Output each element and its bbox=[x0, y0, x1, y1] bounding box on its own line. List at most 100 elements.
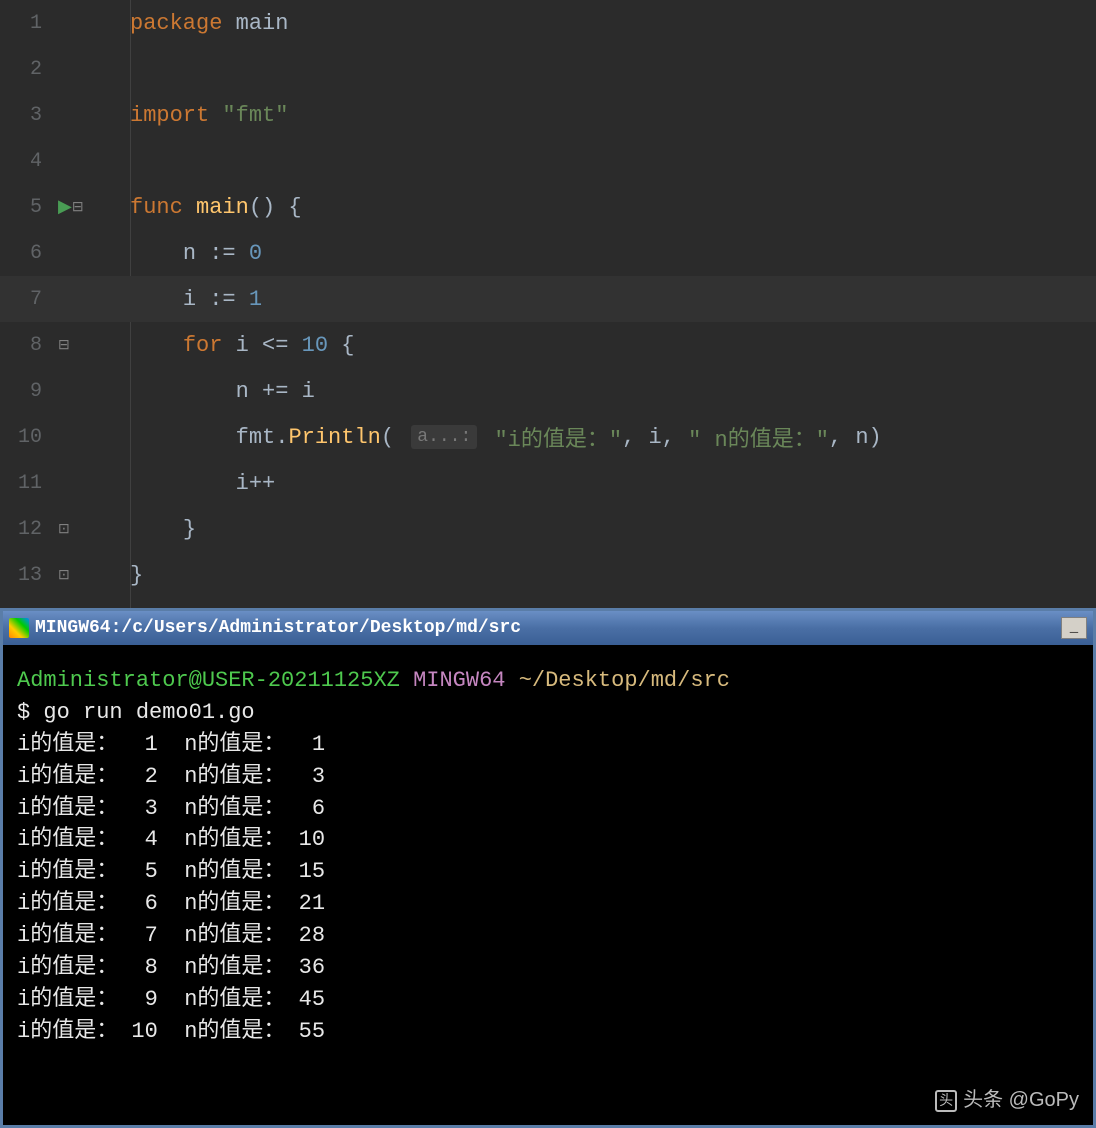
fold-open-icon[interactable]: ⊟ bbox=[58, 337, 74, 354]
code-content[interactable]: fmt.Println( a...: "i的值是：", i, " n的值是：",… bbox=[110, 421, 882, 453]
code-content[interactable]: } bbox=[110, 563, 143, 588]
code-line[interactable]: 10 fmt.Println( a...: "i的值是：", i, " n的值是… bbox=[0, 414, 1096, 460]
token-num: 0 bbox=[249, 241, 262, 266]
token-num: 10 bbox=[302, 333, 328, 358]
code-content[interactable]: import "fmt" bbox=[110, 103, 288, 128]
toutiao-icon: 头 bbox=[935, 1090, 957, 1112]
command-line: $ go run demo01.go bbox=[17, 697, 1079, 729]
token-punct: ++ bbox=[249, 471, 275, 496]
token-ident: i bbox=[183, 287, 209, 312]
token-str: " n的值是：" bbox=[688, 421, 829, 453]
run-icon[interactable]: ▶ bbox=[58, 196, 72, 218]
fold-close-icon[interactable]: ⊡ bbox=[58, 521, 74, 538]
code-line[interactable]: 7 i := 1 bbox=[0, 276, 1096, 322]
output-line: i的值是： 9 n的值是： 45 bbox=[17, 984, 1079, 1016]
output-line: i的值是： 1 n的值是： 1 bbox=[17, 729, 1079, 761]
output-line: i的值是： 6 n的值是： 21 bbox=[17, 888, 1079, 920]
code-line[interactable]: 12 ⊡ } bbox=[0, 506, 1096, 552]
code-line[interactable]: 8 ⊟ for i <= 10 { bbox=[0, 322, 1096, 368]
line-number: 3 bbox=[0, 104, 50, 127]
token-punct: } bbox=[130, 563, 143, 588]
code-line[interactable]: 11 i++ bbox=[0, 460, 1096, 506]
token-str: "i的值是：" bbox=[494, 421, 622, 453]
window-title: MINGW64:/c/Users/Administrator/Desktop/m… bbox=[35, 618, 1059, 638]
token-ident bbox=[183, 195, 196, 220]
token-kw: package bbox=[130, 11, 222, 36]
output-line: i的值是： 5 n的值是： 15 bbox=[17, 856, 1079, 888]
line-number: 12 bbox=[0, 518, 50, 541]
gutter: ▶⊟ bbox=[50, 196, 110, 218]
token-ident: i bbox=[236, 471, 249, 496]
code-line[interactable]: 1 package main bbox=[0, 0, 1096, 46]
code-line[interactable]: 4 bbox=[0, 138, 1096, 184]
token-ident: main bbox=[222, 11, 288, 36]
token-str: "fmt" bbox=[222, 103, 288, 128]
code-line[interactable]: 3 import "fmt" bbox=[0, 92, 1096, 138]
token-punct: <= bbox=[262, 333, 302, 358]
terminal-body[interactable]: Administrator@USER-20211125XZ MINGW64 ~/… bbox=[3, 645, 1093, 1125]
mingw-icon bbox=[9, 618, 29, 638]
fold-open-icon[interactable]: ⊟ bbox=[72, 199, 88, 216]
token-punct: , bbox=[662, 425, 688, 450]
token-fn: main bbox=[196, 195, 249, 220]
code-line[interactable]: 9 n += i bbox=[0, 368, 1096, 414]
output-line: i的值是： 2 n的值是： 3 bbox=[17, 761, 1079, 793]
line-number: 4 bbox=[0, 150, 50, 173]
gutter: ⊟ bbox=[50, 337, 110, 354]
line-number: 13 bbox=[0, 564, 50, 587]
line-number: 2 bbox=[0, 58, 50, 81]
line-number: 1 bbox=[0, 12, 50, 35]
output-line: i的值是： 10 n的值是： 55 bbox=[17, 1016, 1079, 1048]
token-ident: fmt bbox=[236, 425, 276, 450]
line-number: 5 bbox=[0, 196, 50, 219]
output-line: i的值是： 4 n的值是： 10 bbox=[17, 824, 1079, 856]
code-content[interactable]: i := 1 bbox=[110, 287, 262, 312]
line-number: 9 bbox=[0, 380, 50, 403]
token-ident: n bbox=[236, 379, 262, 404]
line-number: 8 bbox=[0, 334, 50, 357]
token-punct: ) bbox=[869, 425, 882, 450]
token-ident: i bbox=[302, 379, 315, 404]
token-kw: for bbox=[183, 333, 223, 358]
token-punct: := bbox=[209, 287, 249, 312]
token-fn: Println bbox=[288, 425, 380, 450]
titlebar[interactable]: MINGW64:/c/Users/Administrator/Desktop/m… bbox=[3, 611, 1093, 645]
code-line[interactable]: 13 ⊡} bbox=[0, 552, 1096, 598]
token-punct: () { bbox=[249, 195, 302, 220]
code-editor[interactable]: 1package main23import "fmt"45▶⊟func main… bbox=[0, 0, 1096, 608]
token-ident: n bbox=[855, 425, 868, 450]
code-line[interactable]: 5▶⊟func main() { bbox=[0, 184, 1096, 230]
line-number: 6 bbox=[0, 242, 50, 265]
minimize-button[interactable]: _ bbox=[1061, 617, 1087, 639]
token-kw: func bbox=[130, 195, 183, 220]
token-kw: import bbox=[130, 103, 209, 128]
watermark: 头 头条 @GoPy bbox=[935, 1086, 1079, 1115]
code-content[interactable]: for i <= 10 { bbox=[110, 333, 354, 358]
fold-close-icon[interactable]: ⊡ bbox=[58, 567, 74, 584]
terminal-window: MINGW64:/c/Users/Administrator/Desktop/m… bbox=[0, 608, 1096, 1128]
code-content[interactable]: func main() { bbox=[110, 195, 302, 220]
prompt-path: ~/Desktop/md/src bbox=[519, 668, 730, 693]
token-punct: } bbox=[183, 517, 196, 542]
token-punct: { bbox=[328, 333, 354, 358]
code-content[interactable]: package main bbox=[110, 11, 288, 36]
token-ident bbox=[209, 103, 222, 128]
code-content[interactable]: n += i bbox=[110, 379, 315, 404]
code-line[interactable]: 6 n := 0 bbox=[0, 230, 1096, 276]
token-punct: , bbox=[622, 425, 648, 450]
token-punct: . bbox=[275, 425, 288, 450]
output-line: i的值是： 8 n的值是： 36 bbox=[17, 952, 1079, 984]
code-line[interactable]: 2 bbox=[0, 46, 1096, 92]
prompt-line: Administrator@USER-20211125XZ MINGW64 ~/… bbox=[17, 665, 1079, 697]
code-content[interactable]: i++ bbox=[110, 471, 275, 496]
token-ident: i bbox=[649, 425, 662, 450]
token-punct: , bbox=[829, 425, 855, 450]
code-content[interactable]: } bbox=[110, 517, 196, 542]
line-number: 7 bbox=[0, 288, 50, 311]
token-ident: n bbox=[183, 241, 209, 266]
line-number: 11 bbox=[0, 472, 50, 495]
output-line: i的值是： 3 n的值是： 6 bbox=[17, 793, 1079, 825]
gutter: ⊡ bbox=[50, 567, 110, 584]
prompt-user: Administrator@USER-20211125XZ bbox=[17, 668, 400, 693]
code-content[interactable]: n := 0 bbox=[110, 241, 262, 266]
